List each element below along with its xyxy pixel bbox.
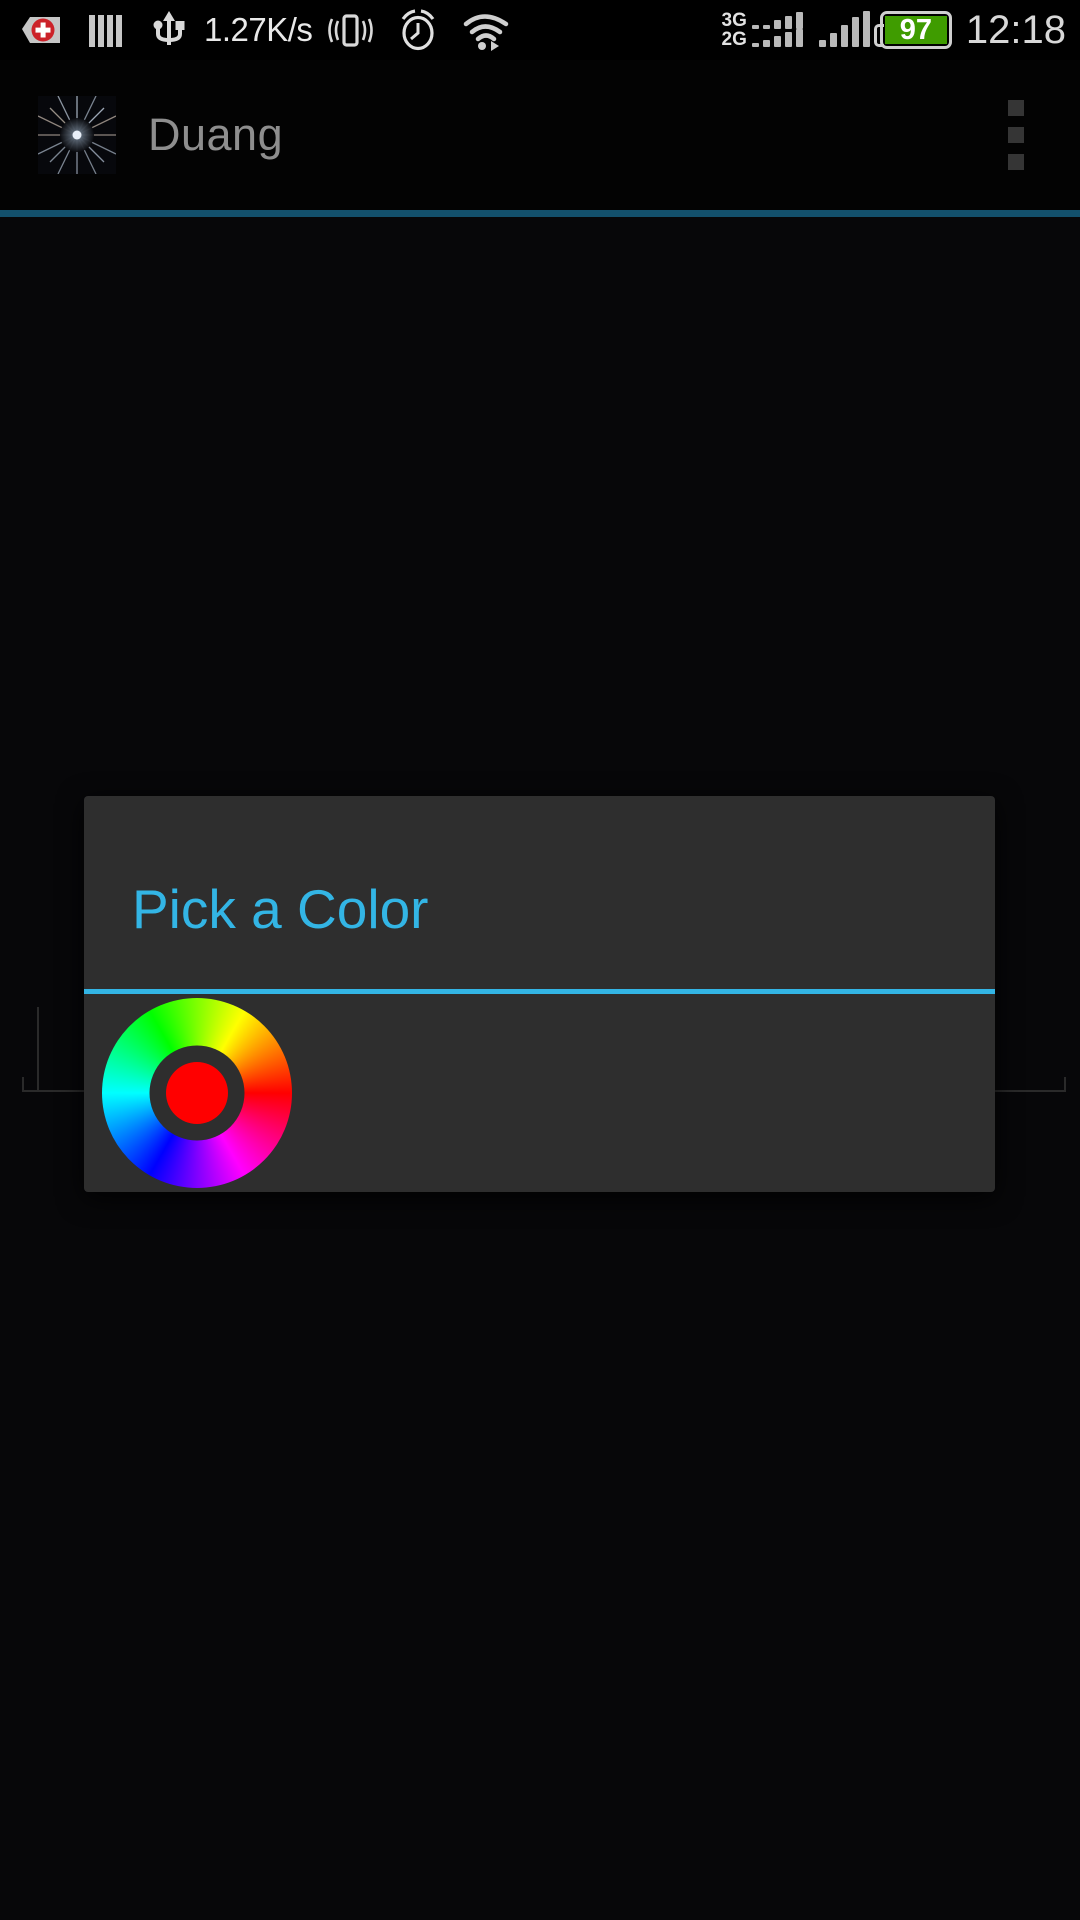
network-speed-label: 1.27K/s [204, 11, 313, 48]
medical-add-icon [18, 7, 64, 53]
signal-bars-main [818, 11, 870, 47]
network-type-sim1: 3G [721, 10, 747, 31]
status-bar[interactable]: 1.27K/s 3G 2G 97 12:18 [0, 0, 1080, 60]
signal-bars-sim1 [751, 11, 803, 29]
cellular-dual-sim-indicator: 3G 2G [722, 11, 803, 49]
status-bar-right-icons: 3G 2G 97 12:18 [712, 8, 1080, 53]
battery-level-label: 97 [899, 13, 933, 46]
overflow-dot [1008, 127, 1024, 143]
action-bar: Duang [0, 60, 1080, 210]
wifi-icon [460, 7, 512, 53]
usb-icon [148, 7, 190, 53]
action-bar-underline [0, 210, 1080, 217]
network-type-sim2: 2G [721, 29, 747, 50]
background-frame-right-cap [1064, 1077, 1066, 1092]
hsv-color-wheel[interactable] [102, 998, 292, 1188]
status-bar-clock: 12:18 [965, 7, 1066, 52]
color-picker-dialog: Pick a Color [84, 796, 995, 1192]
dialog-title: Pick a Color [132, 878, 429, 940]
battery-indicator: 97 [873, 11, 952, 49]
overflow-dot [1008, 100, 1024, 116]
page-title: Duang [148, 109, 284, 160]
overflow-menu-button[interactable] [988, 80, 1044, 190]
signal-bars-sim2 [751, 28, 803, 47]
status-bar-left-icons: 1.27K/s [0, 7, 512, 53]
background-frame-left-cap [22, 1077, 24, 1092]
background-frame-vertical-line [37, 1007, 39, 1091]
barcode-icon [86, 7, 126, 53]
overflow-dot [1008, 154, 1024, 170]
alarm-clock-icon [394, 7, 442, 53]
selected-color-swatch[interactable] [166, 1062, 228, 1124]
vibrate-icon [322, 7, 378, 53]
starburst-app-icon [38, 96, 116, 174]
dialog-body [84, 994, 995, 1192]
